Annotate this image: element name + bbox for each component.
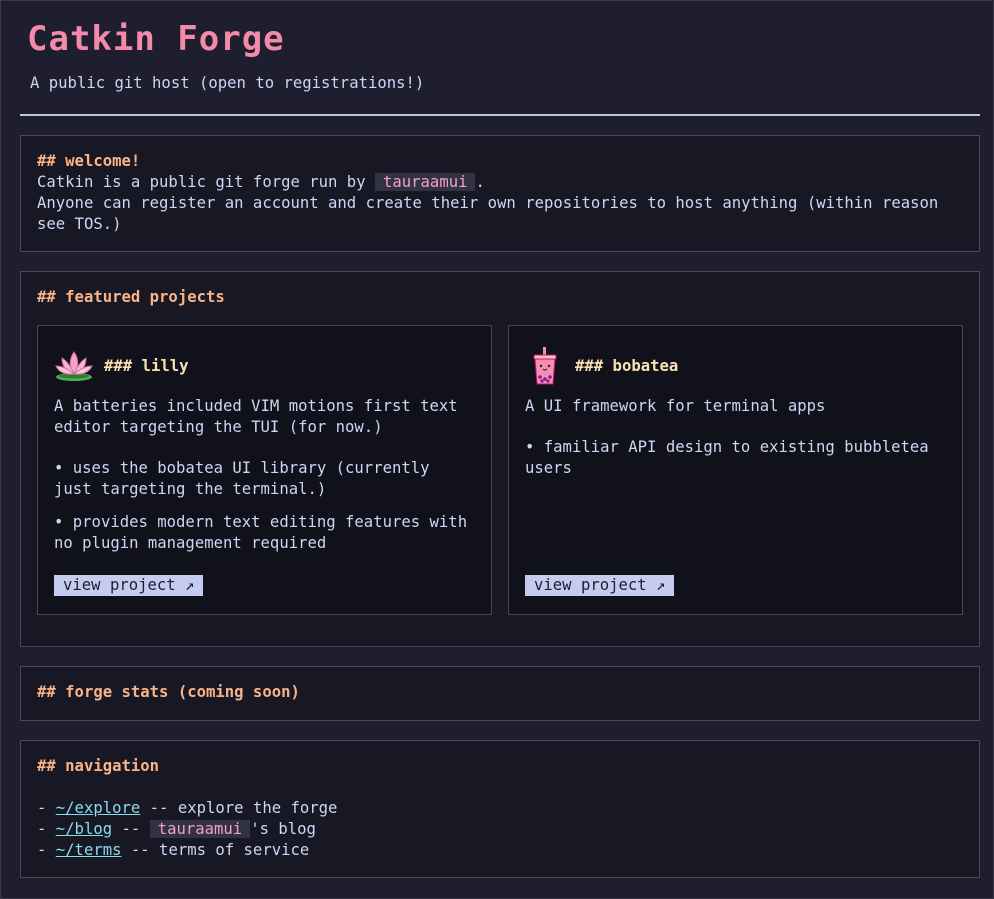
site-title: Catkin Forge <box>27 19 285 59</box>
welcome-panel: ## welcome! Catkin is a public git forge… <box>20 135 980 252</box>
explore-link[interactable]: ~/explore <box>56 799 141 817</box>
boba-tea-icon <box>533 347 557 385</box>
view-project-button[interactable]: view project ↗ <box>54 575 204 596</box>
navigation-panel: ## navigation - ~/explore -- explore the… <box>20 740 980 878</box>
welcome-intro-text: Catkin is a public git forge run by <box>37 173 366 191</box>
forge-stats-panel: ## forge stats (coming soon) <box>20 666 980 721</box>
site-subtitle: A public git host (open to registrations… <box>30 74 425 92</box>
lotus-icon <box>55 351 93 381</box>
view-project-button[interactable]: view project ↗ <box>525 575 675 596</box>
nav-item-explore: - ~/explore -- explore the forge <box>37 798 963 819</box>
nav-bullet: - <box>37 841 56 859</box>
nav-description: 's blog <box>250 820 316 838</box>
navigation-heading: ## navigation <box>37 757 160 775</box>
nav-description: -- explore the forge <box>140 799 338 817</box>
welcome-heading: ## welcome! <box>37 152 141 170</box>
featured-heading: ## featured projects <box>37 288 225 306</box>
welcome-line-1: Catkin is a public git forge run by taur… <box>37 172 963 193</box>
project-title: ### bobatea <box>575 356 679 375</box>
project-description: A UI framework for terminal apps <box>525 397 826 415</box>
project-bullet: • familiar API design to existing bubble… <box>525 438 929 477</box>
welcome-line-2: Anyone can register an account and creat… <box>37 194 939 212</box>
stats-heading: ## forge stats (coming soon) <box>37 683 300 701</box>
welcome-line-3: see TOS.) <box>37 215 122 233</box>
project-description: A batteries included VIM motions first t… <box>54 397 458 436</box>
nav-item-blog: - ~/blog -- tauraamui's blog <box>37 819 963 840</box>
project-card-header: ### lilly <box>54 346 189 386</box>
blog-link[interactable]: ~/blog <box>56 820 112 838</box>
featured-projects-panel: ## featured projects ### lilly A batteri… <box>20 271 980 647</box>
project-description-block: A UI framework for terminal apps • famil… <box>525 396 946 479</box>
nav-description: -- terms of service <box>121 841 310 859</box>
nav-bullet: - <box>37 799 56 817</box>
nav-separator: -- <box>112 820 150 838</box>
project-title: ### lilly <box>104 356 189 375</box>
project-card-lilly: ### lilly A batteries included VIM motio… <box>37 325 492 615</box>
welcome-period: . <box>475 173 485 191</box>
project-description-block: A batteries included VIM motions first t… <box>54 396 475 554</box>
project-bullet: • uses the bobatea UI library (currently… <box>54 459 430 498</box>
project-card-bobatea: ### bobatea A UI framework for terminal … <box>508 325 963 615</box>
nav-item-terms: - ~/terms -- terms of service <box>37 840 963 861</box>
owner-username: tauraamui <box>374 173 476 191</box>
header-divider <box>20 114 980 116</box>
project-bullet: • provides modern text editing features … <box>54 513 468 552</box>
terms-link[interactable]: ~/terms <box>56 841 122 859</box>
owner-username: tauraamui <box>149 820 251 838</box>
project-card-header: ### bobatea <box>525 346 678 386</box>
nav-bullet: - <box>37 820 56 838</box>
